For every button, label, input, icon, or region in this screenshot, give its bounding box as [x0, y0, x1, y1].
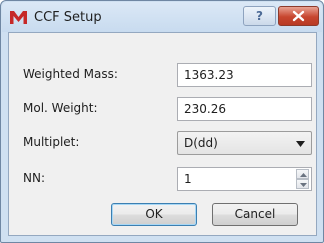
nn-spinbox[interactable]: 1 — [177, 167, 312, 191]
title-bar[interactable]: CCF Setup ? — [2, 2, 322, 32]
window-title: CCF Setup — [34, 10, 102, 25]
multiplet-select[interactable]: D(dd) — [177, 131, 312, 155]
mol-weight-label: Mol. Weight: — [23, 101, 98, 115]
spin-down-icon — [300, 183, 307, 187]
close-button[interactable] — [278, 6, 319, 26]
weighted-mass-label: Weighted Mass: — [23, 67, 118, 81]
app-logo-icon — [10, 11, 27, 24]
nn-value: 1 — [184, 172, 192, 186]
mol-weight-input[interactable]: 230.26 — [177, 97, 312, 121]
help-icon: ? — [256, 9, 263, 23]
weighted-mass-input[interactable]: 1363.23 — [177, 63, 312, 87]
chevron-down-icon — [296, 141, 305, 147]
help-button[interactable]: ? — [243, 6, 276, 26]
multiplet-value: D(dd) — [184, 136, 218, 150]
cancel-button[interactable]: Cancel — [212, 203, 298, 226]
dialog-window: CCF Setup ? Weighted Mass: 1363.23 Mol. … — [0, 0, 324, 243]
nn-label: NN: — [23, 171, 45, 185]
spin-up-icon — [300, 173, 307, 177]
close-icon — [292, 10, 305, 22]
ok-button[interactable]: OK — [111, 203, 197, 226]
spin-down-button[interactable] — [296, 179, 309, 189]
multiplet-label: Multiplet: — [23, 135, 80, 149]
spin-up-button[interactable] — [296, 169, 309, 179]
dialog-content: Weighted Mass: 1363.23 Mol. Weight: 230.… — [8, 32, 317, 236]
